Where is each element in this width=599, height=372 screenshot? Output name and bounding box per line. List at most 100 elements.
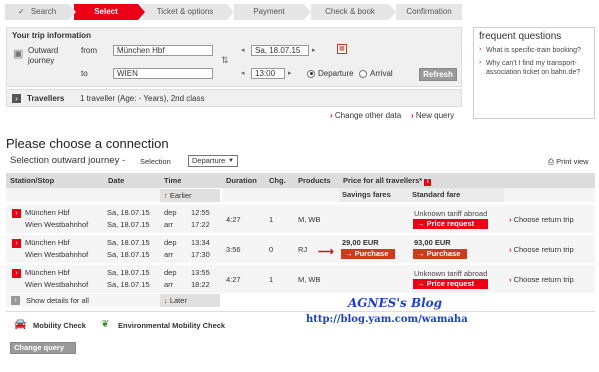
printer-icon: ⎙ — [548, 157, 554, 166]
step-search[interactable]: ✓ Search — [5, 4, 76, 20]
arrow-down-icon: ↓ — [164, 296, 168, 305]
col-time: Time — [160, 173, 222, 188]
chevron-right-icon: › — [11, 296, 20, 305]
arr-label: arr — [164, 220, 174, 229]
calendar-icon[interactable]: ▦ — [337, 44, 347, 54]
travellers-label: Travellers — [27, 94, 65, 103]
dep-label: dep — [164, 238, 177, 247]
col-empty — [504, 173, 595, 188]
selection-subtitle: Selection outward journey - — [10, 155, 126, 166]
print-view-label: Print view — [556, 157, 589, 166]
later-button[interactable]: ↓ Later — [160, 294, 220, 307]
table-row: › München Hbf Wien Westbahnhof Sa, 18.07… — [6, 265, 595, 294]
to-station: Wien Westbahnhof — [25, 220, 89, 229]
chevron-right-icon[interactable]: ▸ — [312, 46, 316, 54]
arrival-label: Arrival — [370, 69, 393, 78]
step-label: Select — [94, 7, 118, 16]
trip-information-box: Your trip information ▣ Outward journey … — [6, 27, 462, 87]
standard-fare-text: Unknown tariff abroad — [414, 269, 488, 278]
changes: 1 — [269, 275, 274, 284]
dep-time: 13:55 — [191, 268, 210, 277]
change-other-link[interactable]: › Change other data — [330, 111, 401, 120]
step-label: Check & book — [325, 7, 375, 16]
arrow-right-icon: › — [509, 245, 512, 254]
arrow-right-icon: › — [509, 215, 512, 224]
arr-date: Sa, 18.07.15 — [107, 250, 150, 259]
arrow-up-icon: ↑ — [164, 191, 168, 200]
step-label: Search — [30, 7, 57, 16]
duration: 4:27 — [226, 215, 241, 224]
choose-return-link[interactable]: › Choose return trip — [509, 275, 574, 285]
date-input[interactable]: Sa, 18.07.15 — [251, 45, 309, 56]
environmental-check-link[interactable]: Environmental Mobility Check — [118, 321, 225, 330]
chevron-down-icon: ▼ — [228, 158, 234, 164]
price-request-label: Price request — [426, 279, 475, 288]
to-label: to — [81, 69, 88, 78]
purchase-savings-button[interactable]: → Purchase — [341, 249, 395, 259]
train-icon: ▣ — [13, 48, 24, 60]
print-view-link[interactable]: ⎙ Print view — [548, 157, 589, 167]
dep-time: 12:55 — [191, 208, 210, 217]
chevron-right-icon[interactable]: ▸ — [288, 69, 292, 77]
faq-title: frequent questions — [479, 31, 562, 42]
arrow-right-icon: → — [417, 249, 427, 258]
chevron-right-icon[interactable]: › — [12, 209, 21, 218]
refresh-button[interactable]: Refresh — [419, 68, 457, 81]
step-ticket-options: Ticket & options — [143, 4, 234, 20]
arrow-right-icon: › — [509, 275, 512, 284]
new-query-link[interactable]: › New query — [411, 111, 454, 120]
chevron-left-icon[interactable]: ◂ — [241, 46, 245, 54]
arr-date: Sa, 18.07.15 — [107, 220, 150, 229]
subheader-spacer — [504, 188, 595, 202]
travellers-box[interactable]: › Travellers 1 traveller (Age: - Years),… — [6, 89, 462, 107]
savings-fares-header: Savings fares — [339, 188, 409, 202]
price-request-button[interactable]: → Price request — [413, 219, 488, 229]
standard-fare-header: Standard fare — [409, 188, 504, 202]
step-label: Payment — [253, 7, 285, 16]
to-station: Wien Westbahnhof — [25, 280, 89, 289]
choose-return-link[interactable]: › Choose return trip — [509, 245, 574, 255]
radio-selected-icon — [307, 69, 315, 78]
col-station: Station/Stop — [6, 173, 104, 188]
selection-label: Selection — [140, 157, 171, 166]
earlier-label: Earlier — [169, 191, 192, 200]
arr-label: arr — [164, 280, 174, 289]
arrival-radio[interactable]: Arrival — [359, 69, 393, 78]
standard-fare-text: Unknown tariff abroad — [414, 209, 488, 218]
selection-dropdown[interactable]: Departure ▼ — [188, 155, 238, 167]
col-duration: Duration — [222, 173, 265, 188]
arrow-right-icon: → — [345, 249, 355, 258]
from-input[interactable]: München Hbf — [113, 45, 213, 56]
step-label: Confirmation — [406, 7, 452, 16]
duration: 4:27 — [226, 275, 241, 284]
table-row: › München Hbf Wien Westbahnhof Sa, 18.07… — [6, 205, 595, 234]
arrow-right-icon: › — [330, 111, 333, 120]
price-request-button[interactable]: → Price request — [413, 279, 488, 289]
chevron-right-icon[interactable]: › — [12, 239, 21, 248]
earlier-button[interactable]: ↑ Earlier — [160, 189, 220, 202]
change-query-button[interactable]: Change query — [10, 342, 76, 354]
time-input[interactable]: 13:00 — [251, 68, 285, 79]
purchase-label: Purchase — [354, 249, 389, 258]
faq-item[interactable]: Why can't I find my transport-associatio… — [474, 58, 594, 78]
choose-return-label: Choose return trip — [513, 245, 574, 254]
mobility-check-link[interactable]: Mobility Check — [33, 321, 86, 330]
arrow-right-icon: ⟶ — [318, 246, 334, 258]
departure-radio[interactable]: Departure — [307, 69, 354, 78]
col-changes: Chg. — [265, 173, 294, 188]
chevron-right-icon[interactable]: › — [12, 269, 21, 278]
purchase-standard-button[interactable]: → Purchase — [413, 249, 467, 259]
info-icon[interactable]: i — [424, 179, 432, 186]
arr-label: arr — [164, 250, 174, 259]
faq-item[interactable]: What is specific-train booking? — [474, 45, 594, 56]
show-details-row[interactable]: › Show details for all — [6, 294, 160, 307]
col-products: Products — [294, 173, 339, 188]
chevron-left-icon[interactable]: ◂ — [241, 69, 245, 77]
to-input[interactable]: WIEN — [113, 68, 213, 79]
watermark-title: AGNES's Blog — [348, 296, 443, 310]
choose-return-link[interactable]: › Choose return trip — [509, 215, 574, 225]
leaf-icon: ❦ — [101, 319, 110, 330]
swap-icon[interactable]: ⇅ — [221, 55, 229, 66]
selection-value: Departure — [192, 156, 226, 165]
check-icon: ✓ — [17, 7, 25, 16]
